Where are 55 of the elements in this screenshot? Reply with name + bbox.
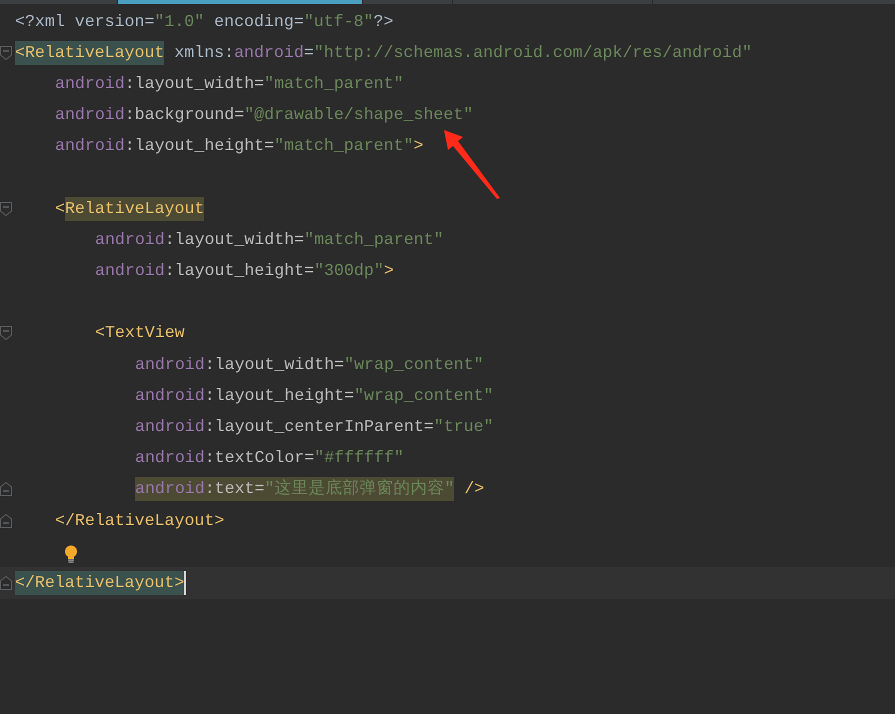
code-text: ?>: [374, 10, 394, 33]
attribute-namespace: android: [95, 260, 165, 282]
attribute-value: "match_parent": [274, 135, 414, 158]
xml-tag: <: [55, 196, 65, 221]
xml-tag: >: [384, 259, 394, 284]
attribute-value: "match_parent": [304, 228, 444, 251]
fold-icon[interactable]: [0, 326, 12, 340]
fold-icon[interactable]: [0, 482, 12, 496]
fold-icon[interactable]: [0, 202, 12, 216]
code-text: <?xml version=: [15, 10, 154, 33]
code-text: encoding=: [213, 10, 304, 33]
fold-icon[interactable]: [0, 514, 12, 528]
fold-icon[interactable]: [0, 46, 12, 60]
attribute-value: "@drawable/shape_sheet": [244, 104, 474, 126]
attribute-namespace: android: [55, 104, 125, 126]
attribute-namespace: android: [55, 135, 125, 158]
attribute-name: :text=: [204, 477, 264, 502]
attribute-value: "true": [434, 416, 494, 438]
attribute-namespace: android: [135, 416, 205, 438]
lightbulb-icon[interactable]: [64, 544, 78, 563]
attribute-value: "1.0": [154, 10, 204, 33]
code-text: =: [304, 42, 314, 64]
attribute-namespace: android: [135, 384, 205, 407]
xml-tag: </RelativeLayout>: [55, 508, 224, 533]
attribute-name: :textColor=: [204, 447, 314, 470]
xml-tag: <TextView: [95, 321, 185, 346]
xml-tag: />: [454, 477, 484, 502]
attribute-value: "#ffffff": [314, 447, 404, 470]
attribute-namespace: android: [135, 354, 205, 376]
attribute-namespace: android: [95, 228, 165, 251]
attribute-namespace: android: [234, 42, 304, 64]
fold-icon[interactable]: [0, 576, 12, 590]
xml-tag: RelativeLayout: [64, 196, 204, 221]
attribute-name: :background=: [124, 104, 244, 126]
attribute-name: :layout_centerInParent=: [204, 416, 434, 438]
attribute-namespace: android: [55, 72, 125, 95]
attribute-name: :layout_height=: [124, 135, 274, 158]
attribute-name: :layout_width=: [204, 354, 344, 376]
attribute-value: "这里是底部弹窗的内容": [264, 477, 454, 502]
attribute-value: "utf-8": [304, 10, 374, 33]
attribute-name: :layout_width=: [164, 228, 304, 251]
attribute-value: "300dp": [314, 260, 384, 282]
xml-tag: <RelativeLayout: [15, 40, 164, 65]
attribute-namespace: android: [135, 447, 205, 470]
xml-tag: >: [414, 134, 424, 158]
attribute-value: "wrap_content": [344, 354, 484, 376]
code-text: xmlns:: [173, 42, 234, 64]
attribute-value: "wrap_content": [354, 384, 494, 407]
attribute-value: "http://schemas.android.com/apk/res/android": [314, 42, 752, 64]
attribute-namespace: android: [135, 477, 205, 502]
xml-tag: </RelativeLayout>: [15, 570, 184, 595]
attribute-value: "match_parent": [264, 72, 404, 95]
attribute-name: :layout_width=: [124, 72, 264, 95]
attribute-name: :layout_height=: [164, 260, 314, 282]
attribute-name: :layout_height=: [204, 384, 354, 407]
